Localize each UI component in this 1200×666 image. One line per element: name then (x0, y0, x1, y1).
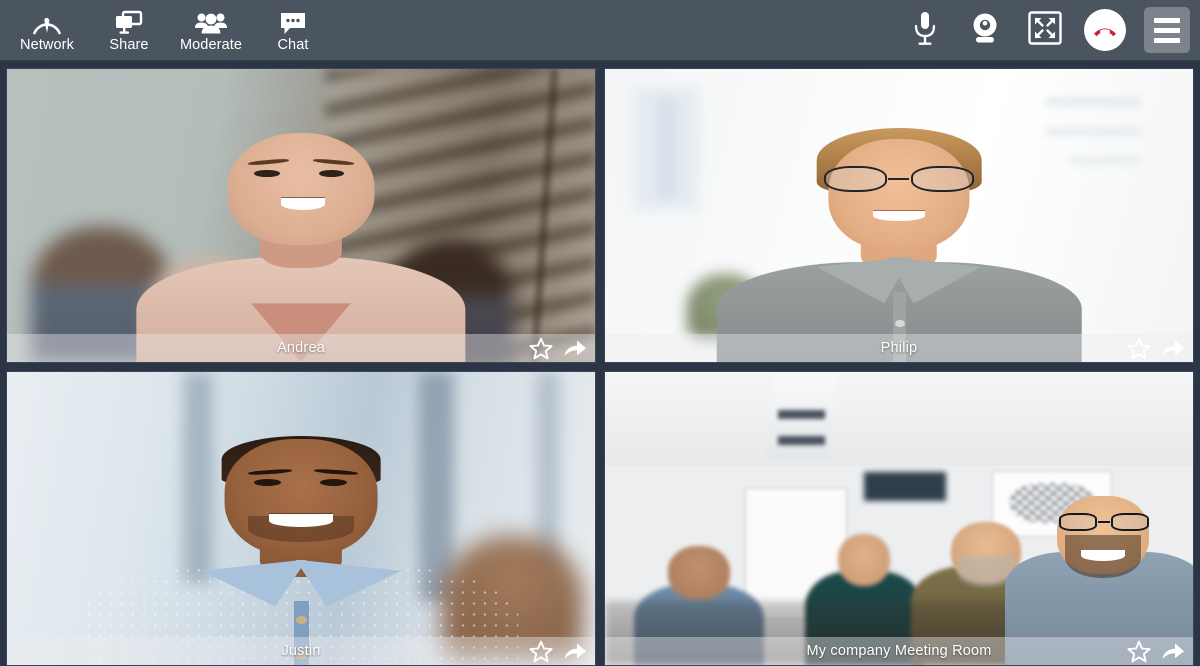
forward-arrow-icon[interactable] (563, 641, 587, 662)
microphone-icon (912, 10, 938, 51)
video-tile-philip[interactable]: Philip (604, 68, 1194, 363)
microphone-button[interactable] (902, 7, 948, 53)
toolbar-item-network-label: Network (20, 36, 74, 53)
webcam-icon (968, 11, 1002, 50)
hamburger-menu-icon-bar2 (1154, 27, 1180, 33)
hangup-button[interactable] (1082, 7, 1128, 53)
fullscreen-button[interactable] (1022, 7, 1068, 53)
participant-name-meeting-room: My company Meeting Room (806, 643, 992, 659)
top-toolbar: Network Share Moderate Chat (0, 0, 1200, 62)
toolbar-item-share-label: Share (109, 36, 149, 53)
toolbar-item-network[interactable]: Network (6, 0, 88, 61)
forward-arrow-icon[interactable] (1161, 338, 1185, 359)
forward-arrow-icon[interactable] (1161, 641, 1185, 662)
video-tile-namebar-andrea: Andrea (7, 334, 595, 362)
video-feed-philip (605, 69, 1193, 362)
star-outline-icon[interactable] (1127, 640, 1151, 663)
menu-button[interactable] (1144, 7, 1190, 53)
participant-name-andrea: Andrea (277, 340, 325, 356)
toolbar-item-moderate[interactable]: Moderate (170, 0, 252, 61)
video-conference-app: Network Share Moderate Chat Andrea Phili… (0, 0, 1200, 666)
people-group-icon (194, 8, 228, 36)
webcam-button[interactable] (962, 7, 1008, 53)
star-outline-icon[interactable] (529, 337, 553, 360)
video-feed-meeting-room (605, 372, 1193, 665)
video-tile-andrea[interactable]: Andrea (6, 68, 596, 363)
network-gauge-icon (32, 8, 62, 36)
video-feed-andrea (7, 69, 595, 362)
namebar-actions-meeting-room (1127, 637, 1185, 665)
toolbar-item-moderate-label: Moderate (179, 36, 243, 53)
video-feed-justin (7, 372, 595, 665)
video-tile-namebar-meeting-room: My company Meeting Room (605, 637, 1193, 665)
hamburger-menu-icon (1154, 17, 1180, 23)
video-tile-namebar-justin: Justin (7, 637, 595, 665)
toolbar-left-group: Network Share Moderate Chat (6, 0, 334, 60)
namebar-actions-philip (1127, 334, 1185, 362)
hangup-phone-icon (1084, 9, 1126, 51)
forward-arrow-icon[interactable] (563, 338, 587, 359)
hamburger-menu-icon-bar3 (1154, 37, 1180, 43)
video-grid: Andrea Philip Justin My company Meeting … (0, 62, 1200, 666)
namebar-actions-justin (529, 637, 587, 665)
toolbar-item-share[interactable]: Share (88, 0, 170, 61)
star-outline-icon[interactable] (1127, 337, 1151, 360)
chat-bubble-icon (279, 8, 307, 36)
participant-name-justin: Justin (281, 643, 321, 659)
video-tile-meeting-room[interactable]: My company Meeting Room (604, 371, 1194, 666)
toolbar-right-group (902, 0, 1196, 60)
video-tile-namebar-philip: Philip (605, 334, 1193, 362)
toolbar-item-chat-label: Chat (277, 36, 309, 53)
screen-share-icon (114, 8, 144, 36)
namebar-actions-andrea (529, 334, 587, 362)
toolbar-item-chat[interactable]: Chat (252, 0, 334, 61)
participant-name-philip: Philip (880, 340, 918, 356)
star-outline-icon[interactable] (529, 640, 553, 663)
fullscreen-icon (1028, 10, 1062, 50)
video-tile-justin[interactable]: Justin (6, 371, 596, 666)
